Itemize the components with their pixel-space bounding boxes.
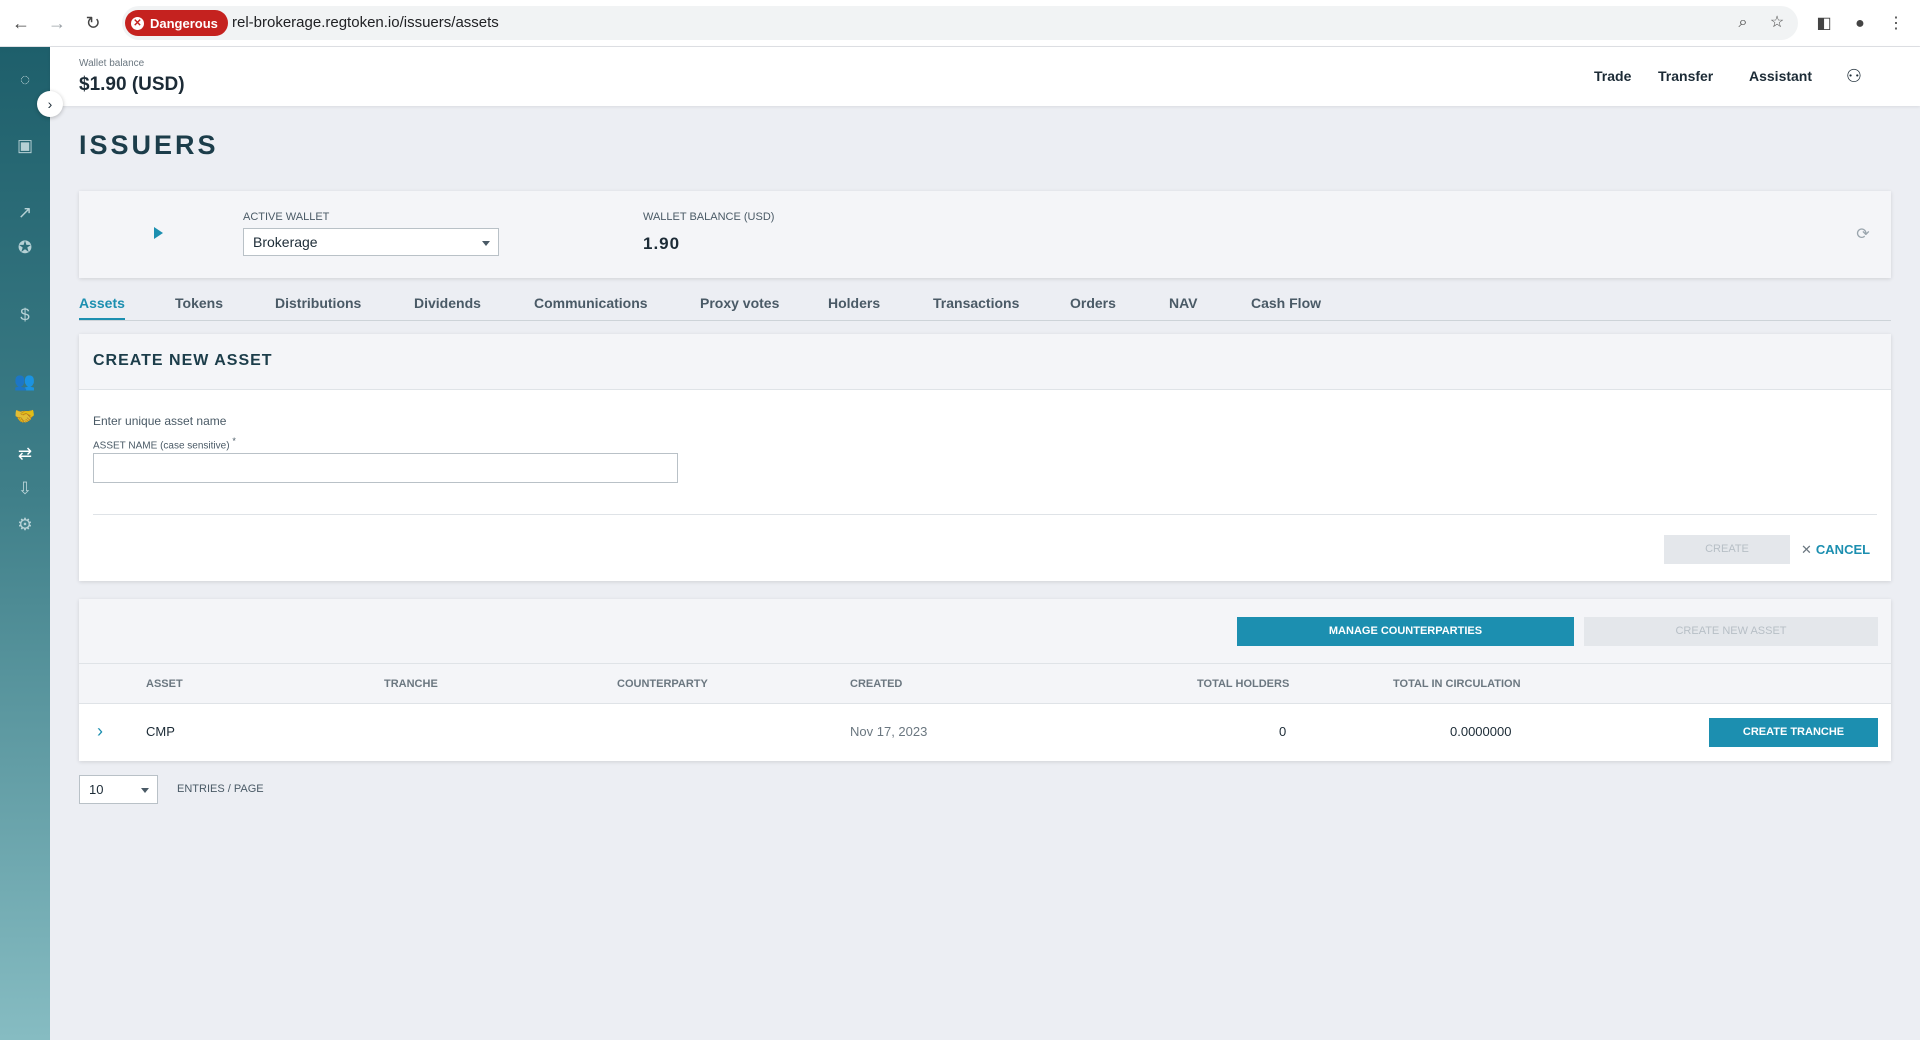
side-panel-icon[interactable]: ◧ xyxy=(1812,12,1836,36)
profile-avatar-icon[interactable]: ● xyxy=(1848,12,1872,36)
asset-name-label-suffix: (case sensitive) xyxy=(160,440,230,452)
dollar-coin-icon[interactable]: $ xyxy=(13,303,37,327)
wallet-balance-label: Wallet balance xyxy=(79,58,145,69)
required-mark: * xyxy=(232,436,236,446)
asset-name-label: ASSET NAME (case sensitive) * xyxy=(93,436,236,451)
tab-dividends[interactable]: Dividends xyxy=(414,295,481,318)
entries-per-page-label: ENTRIES / PAGE xyxy=(177,783,264,795)
danger-icon: ✕ xyxy=(131,16,144,30)
browser-menu-icon[interactable]: ⋮ xyxy=(1884,12,1908,36)
zoom-icon[interactable]: ⌕ xyxy=(1732,12,1754,34)
cell-total-holders: 0 xyxy=(1279,724,1287,739)
browser-toolbar: ← → ↻ ✕ Dangerous rel-brokerage.regtoken… xyxy=(0,0,1920,47)
expand-row-chevron-icon[interactable]: › xyxy=(92,721,108,741)
create-asset-title: CREATE NEW ASSET xyxy=(93,352,273,369)
refresh-icon[interactable]: ⟳ xyxy=(1853,225,1873,245)
url-text[interactable]: rel-brokerage.regtoken.io/issuers/assets xyxy=(232,14,499,31)
asset-name-hint: Enter unique asset name xyxy=(93,414,227,428)
tab-proxy-votes[interactable]: Proxy votes xyxy=(700,295,779,318)
handshake-icon[interactable]: 🤝 xyxy=(13,405,37,429)
asset-name-label-text: ASSET NAME xyxy=(93,440,158,452)
account-users-icon[interactable]: ⚇ xyxy=(1842,64,1866,88)
nav-transfer[interactable]: Transfer xyxy=(1658,68,1713,84)
active-wallet-label: ACTIVE WALLET xyxy=(243,211,330,223)
users-group-icon[interactable]: 👥 xyxy=(13,370,37,394)
cell-asset: CMP xyxy=(146,724,175,739)
create-button[interactable]: CREATE xyxy=(1664,535,1790,564)
wallet-balance-value: $1.90 (USD) xyxy=(79,74,185,95)
nav-trade[interactable]: Trade xyxy=(1594,68,1631,84)
column-header-counterparty[interactable]: COUNTERPARTY xyxy=(617,678,708,690)
tab-cash-flow[interactable]: Cash Flow xyxy=(1251,295,1321,318)
bookmark-star-icon[interactable]: ☆ xyxy=(1766,12,1788,34)
form-divider xyxy=(93,514,1877,515)
active-wallet-select[interactable]: Brokerage xyxy=(243,228,499,256)
column-header-created[interactable]: CREATED xyxy=(850,678,902,690)
close-icon: ✕ xyxy=(1801,542,1812,557)
wallet-icon[interactable]: ▣ xyxy=(13,134,37,158)
wallet-balance-usd-label: WALLET BALANCE (USD) xyxy=(643,211,775,223)
column-header-tranche[interactable]: TRANCHE xyxy=(384,678,438,690)
create-new-asset-button[interactable]: CREATE NEW ASSET xyxy=(1584,617,1878,646)
tab-communications[interactable]: Communications xyxy=(534,295,648,318)
sidebar-expand-chevron-icon[interactable]: › xyxy=(37,91,63,117)
wallet-panel: ACTIVE WALLET Brokerage WALLET BALANCE (… xyxy=(79,191,1891,278)
caret-down-icon xyxy=(482,241,490,246)
column-header-total-in-circulation[interactable]: TOTAL IN CIRCULATION xyxy=(1393,678,1521,690)
page-size-select[interactable]: 10 xyxy=(79,775,158,804)
tab-holders[interactable]: Holders xyxy=(828,295,880,318)
flow-settings-icon[interactable]: ⚙ xyxy=(13,513,37,537)
tab-orders[interactable]: Orders xyxy=(1070,295,1116,318)
cancel-label: CANCEL xyxy=(1815,542,1871,557)
wallet-balance-usd-value: 1.90 xyxy=(643,234,681,253)
security-chip-label: Dangerous xyxy=(150,15,218,31)
column-header-total-holders[interactable]: TOTAL HOLDERS xyxy=(1197,678,1289,690)
active-wallet-value: Brokerage xyxy=(253,234,318,250)
nav-assistant[interactable]: Assistant xyxy=(1749,68,1812,84)
assets-table-card: MANAGE COUNTERPARTIES CREATE NEW ASSET A… xyxy=(79,599,1891,761)
cancel-button[interactable]: ✕ CANCEL xyxy=(1801,535,1870,564)
page-title: ISSUERS xyxy=(79,130,219,160)
create-asset-card: CREATE NEW ASSET Enter unique asset name… xyxy=(79,334,1891,581)
app-sidebar: ◌ ▣ ↗ ✪ $ 👥 🤝 ⇄ ⇩ ⚙ xyxy=(0,47,50,1040)
security-warning-chip[interactable]: ✕ Dangerous xyxy=(125,10,228,36)
tab-tokens[interactable]: Tokens xyxy=(175,295,223,318)
tab-distributions[interactable]: Distributions xyxy=(275,295,361,318)
issuers-user-transfer-icon[interactable]: ⇄ xyxy=(13,442,37,466)
issuer-tabs: Assets Tokens Distributions Dividends Co… xyxy=(79,290,1891,321)
tab-transactions[interactable]: Transactions xyxy=(933,295,1019,318)
address-bar[interactable]: ✕ Dangerous rel-brokerage.regtoken.io/is… xyxy=(122,6,1798,40)
upload-tray-icon[interactable]: ⇩ xyxy=(13,477,37,501)
reload-icon[interactable]: ↻ xyxy=(80,10,106,36)
cell-total-in-circulation: 0.0000000 xyxy=(1450,724,1512,739)
badge-settings-icon[interactable]: ✪ xyxy=(13,236,37,260)
tab-assets[interactable]: Assets xyxy=(79,295,125,320)
asset-name-input[interactable] xyxy=(93,453,678,483)
column-header-asset[interactable]: ASSET xyxy=(146,678,183,690)
forward-arrow-icon[interactable]: → xyxy=(44,10,70,36)
back-arrow-icon[interactable]: ← xyxy=(8,10,34,36)
cell-created: Nov 17, 2023 xyxy=(850,724,928,739)
create-tranche-button[interactable]: CREATE TRANCHE xyxy=(1709,718,1878,747)
table-toolbar: MANAGE COUNTERPARTIES CREATE NEW ASSET xyxy=(79,599,1891,664)
caret-down-icon xyxy=(141,788,149,793)
table-row[interactable]: › CMP Nov 17, 2023 0 0.0000000 CREATE TR… xyxy=(79,704,1891,761)
tab-nav[interactable]: NAV xyxy=(1169,295,1198,318)
table-header: ASSET TRANCHE COUNTERPARTY CREATED TOTAL… xyxy=(79,664,1891,704)
page-size-value: 10 xyxy=(89,782,104,797)
manage-counterparties-button[interactable]: MANAGE COUNTERPARTIES xyxy=(1237,617,1574,646)
create-asset-header: CREATE NEW ASSET xyxy=(79,334,1891,390)
loading-spinner-icon: ◌ xyxy=(19,70,31,89)
app-header: Wallet balance $1.90 (USD) Trade Transfe… xyxy=(50,47,1920,106)
trend-chart-icon[interactable]: ↗ xyxy=(13,201,37,225)
play-icon[interactable] xyxy=(154,227,163,239)
